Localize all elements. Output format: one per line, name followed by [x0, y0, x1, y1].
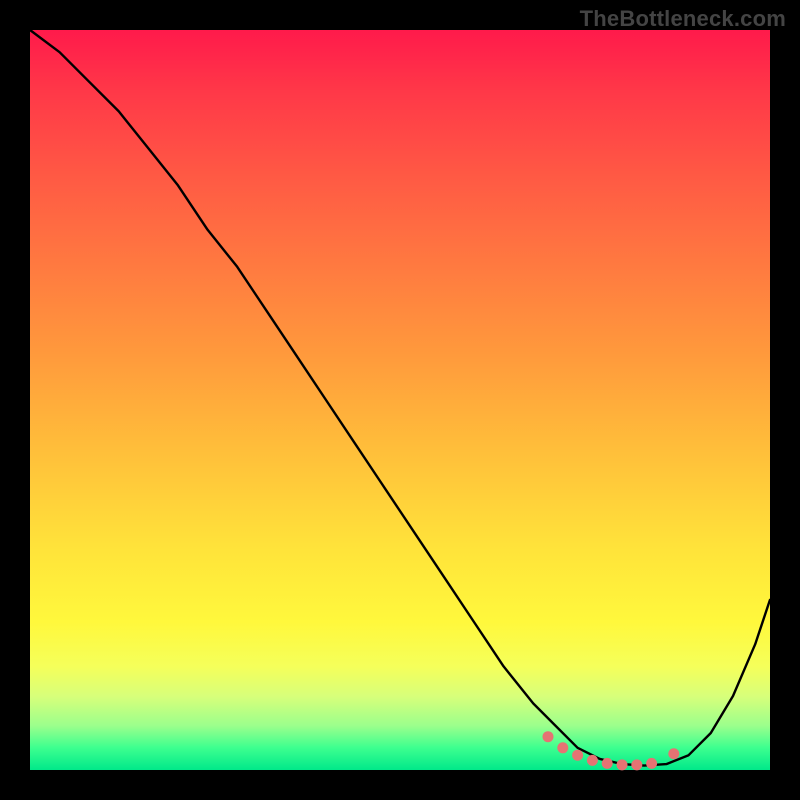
highlight-dot: [587, 755, 598, 766]
plot-area: [30, 30, 770, 770]
bottleneck-curve-path: [30, 30, 770, 766]
highlight-dot: [617, 759, 628, 770]
highlight-dot: [646, 758, 657, 769]
highlight-dot: [572, 750, 583, 761]
highlight-dot: [557, 742, 568, 753]
highlight-dot: [602, 758, 613, 769]
chart-frame: TheBottleneck.com: [0, 0, 800, 800]
bottleneck-curve-svg: [30, 30, 770, 770]
highlight-dot: [631, 759, 642, 770]
highlight-dot: [668, 748, 679, 759]
highlight-dot: [543, 731, 554, 742]
watermark-text: TheBottleneck.com: [580, 6, 786, 32]
